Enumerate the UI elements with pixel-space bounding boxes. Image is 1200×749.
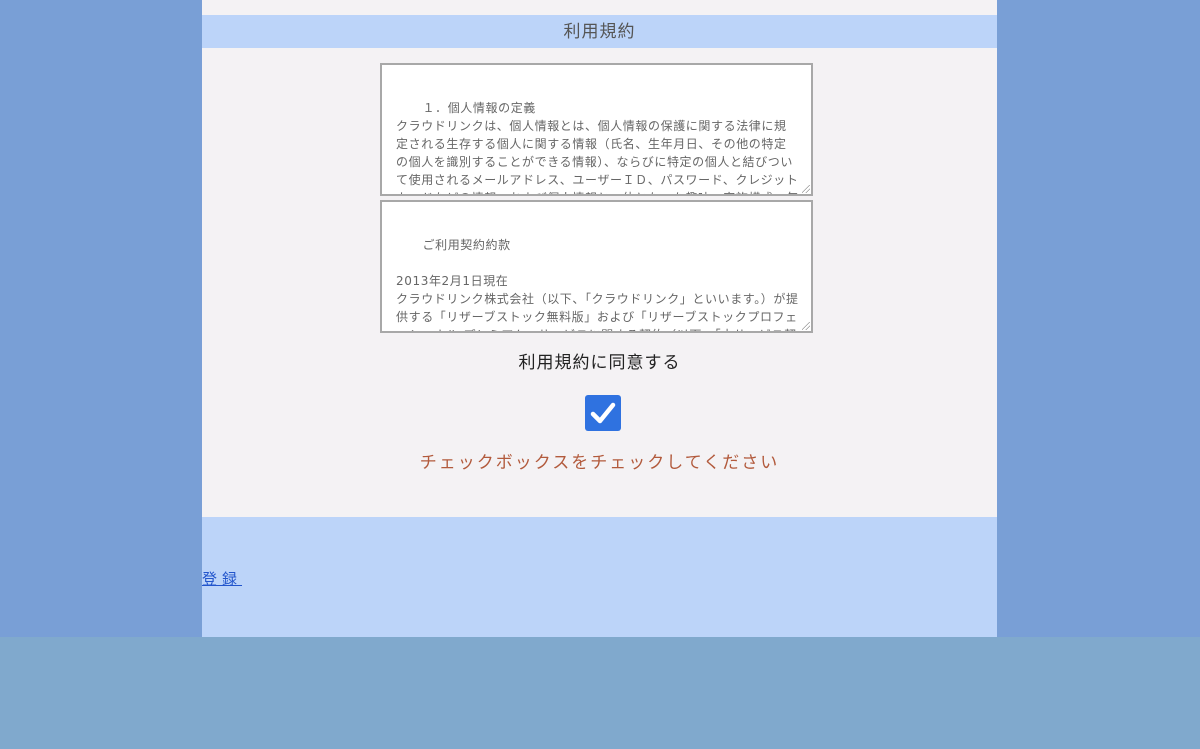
terms-of-use-textarea[interactable]: ご利用契約約款 2013年2月1日現在 クラウドリンク株式会社（以下、「クラウド… xyxy=(380,200,813,333)
privacy-policy-text: １．個人情報の定義 クラウドリンクは、個人情報とは、個人情報の保護に関する法律に… xyxy=(396,101,799,194)
section-title: 利用規約 xyxy=(202,15,997,48)
terms-content: １．個人情報の定義 クラウドリンクは、個人情報とは、個人情報の保護に関する法律に… xyxy=(202,48,997,517)
terms-of-use-text: ご利用契約約款 2013年2月1日現在 クラウドリンク株式会社（以下、「クラウド… xyxy=(396,238,799,331)
privacy-policy-textarea[interactable]: １．個人情報の定義 クラウドリンクは、個人情報とは、個人情報の保護に関する法律に… xyxy=(380,63,813,196)
checkmark-icon xyxy=(590,402,616,424)
resize-handle-icon[interactable] xyxy=(802,322,810,330)
register-link[interactable]: 登録 xyxy=(202,568,242,589)
page-footer-band xyxy=(0,637,1200,749)
agree-checkbox[interactable] xyxy=(585,395,621,431)
validation-message: チェックボックスをチェックしてください xyxy=(419,453,780,473)
agree-label: 利用規約に同意する xyxy=(518,353,681,373)
resize-handle-icon[interactable] xyxy=(802,185,810,193)
registration-panel: 利用規約 １．個人情報の定義 クラウドリンクは、個人情報とは、個人情報の保護に関… xyxy=(202,0,997,637)
top-strip xyxy=(202,0,997,15)
